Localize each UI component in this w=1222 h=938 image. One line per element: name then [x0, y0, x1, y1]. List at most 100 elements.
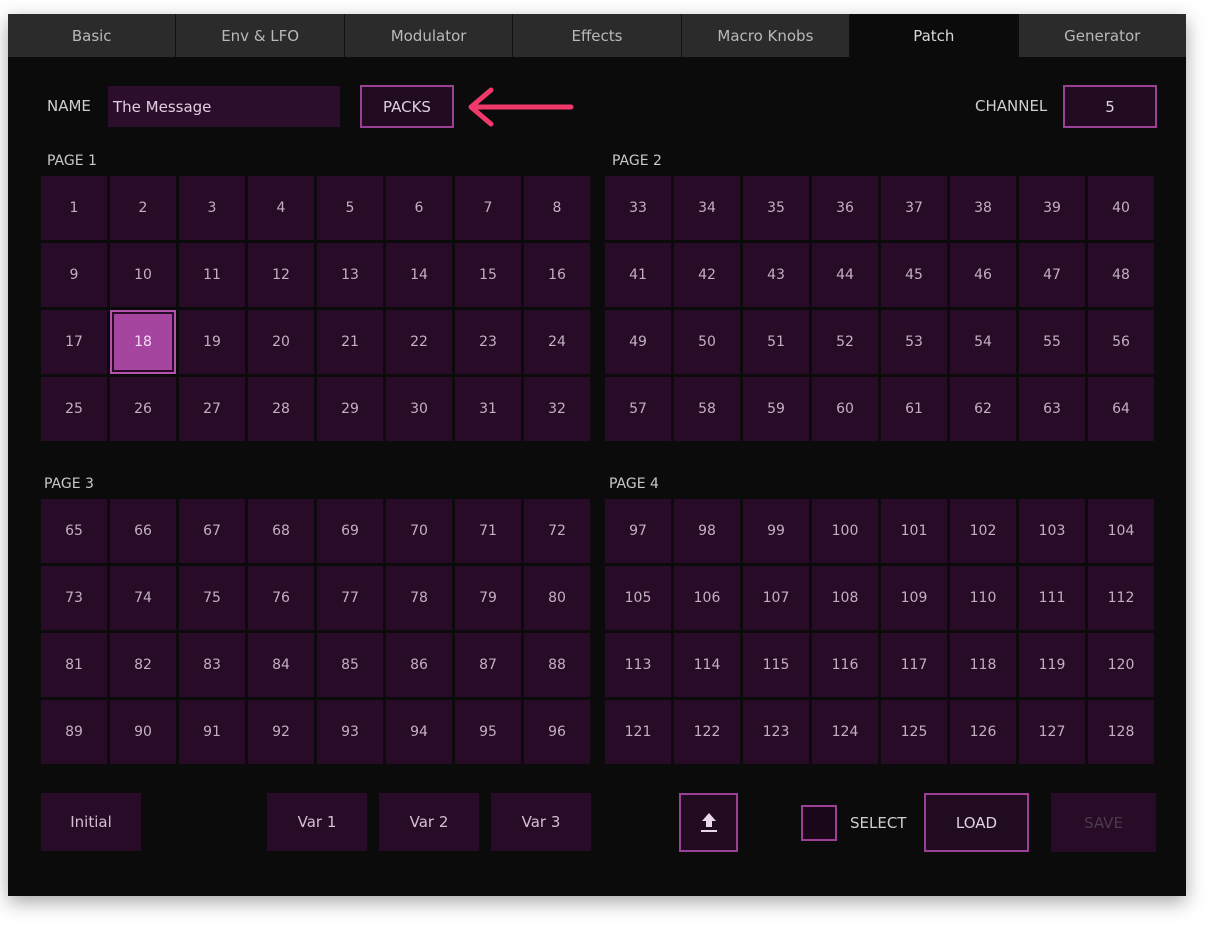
- patch-slot[interactable]: 13: [317, 243, 383, 307]
- patch-slot[interactable]: 95: [455, 700, 521, 764]
- patch-slot[interactable]: 29: [317, 377, 383, 441]
- patch-slot[interactable]: 39: [1019, 176, 1085, 240]
- patch-slot[interactable]: 123: [743, 700, 809, 764]
- patch-slot[interactable]: 43: [743, 243, 809, 307]
- patch-slot[interactable]: 119: [1019, 633, 1085, 697]
- patch-slot[interactable]: 117: [881, 633, 947, 697]
- patch-slot[interactable]: 126: [950, 700, 1016, 764]
- patch-slot[interactable]: 23: [455, 310, 521, 374]
- patch-slot[interactable]: 21: [317, 310, 383, 374]
- patch-slot[interactable]: 46: [950, 243, 1016, 307]
- patch-slot[interactable]: 19: [179, 310, 245, 374]
- patch-slot[interactable]: 122: [674, 700, 740, 764]
- patch-slot[interactable]: 36: [812, 176, 878, 240]
- patch-slot[interactable]: 96: [524, 700, 590, 764]
- patch-slot[interactable]: 7: [455, 176, 521, 240]
- tab-effects[interactable]: Effects: [513, 14, 682, 57]
- patch-slot[interactable]: 103: [1019, 499, 1085, 563]
- patch-slot[interactable]: 58: [674, 377, 740, 441]
- patch-slot[interactable]: 67: [179, 499, 245, 563]
- patch-slot[interactable]: 15: [455, 243, 521, 307]
- patch-slot[interactable]: 17: [41, 310, 107, 374]
- patch-slot[interactable]: 48: [1088, 243, 1154, 307]
- patch-slot[interactable]: 85: [317, 633, 383, 697]
- patch-slot[interactable]: 5: [317, 176, 383, 240]
- patch-slot[interactable]: 76: [248, 566, 314, 630]
- patch-slot[interactable]: 59: [743, 377, 809, 441]
- patch-slot[interactable]: 74: [110, 566, 176, 630]
- patch-slot[interactable]: 88: [524, 633, 590, 697]
- patch-slot[interactable]: 68: [248, 499, 314, 563]
- patch-slot[interactable]: 61: [881, 377, 947, 441]
- patch-slot[interactable]: 42: [674, 243, 740, 307]
- patch-slot[interactable]: 9: [41, 243, 107, 307]
- patch-slot[interactable]: 44: [812, 243, 878, 307]
- patch-slot[interactable]: 111: [1019, 566, 1085, 630]
- save-button[interactable]: SAVE: [1051, 793, 1156, 852]
- patch-slot[interactable]: 115: [743, 633, 809, 697]
- patch-slot[interactable]: 77: [317, 566, 383, 630]
- tab-env-lfo[interactable]: Env & LFO: [176, 14, 345, 57]
- patch-slot[interactable]: 54: [950, 310, 1016, 374]
- patch-slot[interactable]: 93: [317, 700, 383, 764]
- patch-slot[interactable]: 2: [110, 176, 176, 240]
- patch-slot[interactable]: 127: [1019, 700, 1085, 764]
- patch-slot[interactable]: 55: [1019, 310, 1085, 374]
- patch-slot[interactable]: 104: [1088, 499, 1154, 563]
- patch-slot[interactable]: 51: [743, 310, 809, 374]
- patch-slot[interactable]: 8: [524, 176, 590, 240]
- patch-slot[interactable]: 87: [455, 633, 521, 697]
- tab-modulator[interactable]: Modulator: [344, 14, 514, 57]
- patch-slot[interactable]: 114: [674, 633, 740, 697]
- patch-slot[interactable]: 118: [950, 633, 1016, 697]
- patch-slot[interactable]: 99: [743, 499, 809, 563]
- patch-slot[interactable]: 98: [674, 499, 740, 563]
- patch-slot[interactable]: 101: [881, 499, 947, 563]
- patch-slot[interactable]: 62: [950, 377, 1016, 441]
- patch-slot[interactable]: 112: [1088, 566, 1154, 630]
- patch-slot[interactable]: 49: [605, 310, 671, 374]
- patch-slot[interactable]: 72: [524, 499, 590, 563]
- patch-slot[interactable]: 66: [110, 499, 176, 563]
- patch-slot[interactable]: 69: [317, 499, 383, 563]
- tab-generator[interactable]: Generator: [1018, 14, 1186, 57]
- patch-slot[interactable]: 113: [605, 633, 671, 697]
- patch-slot[interactable]: 108: [812, 566, 878, 630]
- patch-slot[interactable]: 100: [812, 499, 878, 563]
- patch-name-field[interactable]: The Message: [108, 86, 340, 127]
- patch-slot[interactable]: 89: [41, 700, 107, 764]
- patch-slot[interactable]: 94: [386, 700, 452, 764]
- patch-slot[interactable]: 37: [881, 176, 947, 240]
- patch-slot[interactable]: 82: [110, 633, 176, 697]
- patch-slot[interactable]: 91: [179, 700, 245, 764]
- patch-slot[interactable]: 105: [605, 566, 671, 630]
- patch-slot[interactable]: 124: [812, 700, 878, 764]
- patch-slot[interactable]: 3: [179, 176, 245, 240]
- patch-slot[interactable]: 84: [248, 633, 314, 697]
- load-button[interactable]: LOAD: [924, 793, 1029, 852]
- patch-slot[interactable]: 45: [881, 243, 947, 307]
- patch-slot[interactable]: 14: [386, 243, 452, 307]
- tab-macro-knobs[interactable]: Macro Knobs: [681, 14, 851, 57]
- patch-slot[interactable]: 53: [881, 310, 947, 374]
- patch-slot[interactable]: 47: [1019, 243, 1085, 307]
- patch-slot[interactable]: 70: [386, 499, 452, 563]
- packs-button[interactable]: PACKS: [360, 85, 454, 128]
- patch-slot[interactable]: 1: [41, 176, 107, 240]
- patch-slot[interactable]: 73: [41, 566, 107, 630]
- patch-slot[interactable]: 56: [1088, 310, 1154, 374]
- patch-slot[interactable]: 60: [812, 377, 878, 441]
- initial-button[interactable]: Initial: [41, 793, 141, 851]
- patch-slot[interactable]: 6: [386, 176, 452, 240]
- tab-patch[interactable]: Patch: [850, 14, 1019, 57]
- patch-slot[interactable]: 52: [812, 310, 878, 374]
- channel-field[interactable]: 5: [1063, 85, 1157, 128]
- patch-slot[interactable]: 75: [179, 566, 245, 630]
- patch-slot[interactable]: 24: [524, 310, 590, 374]
- patch-slot[interactable]: 125: [881, 700, 947, 764]
- patch-slot[interactable]: 81: [41, 633, 107, 697]
- patch-slot[interactable]: 26: [110, 377, 176, 441]
- var-2-button[interactable]: Var 2: [379, 793, 479, 851]
- select-checkbox[interactable]: [801, 805, 837, 841]
- patch-slot[interactable]: 32: [524, 377, 590, 441]
